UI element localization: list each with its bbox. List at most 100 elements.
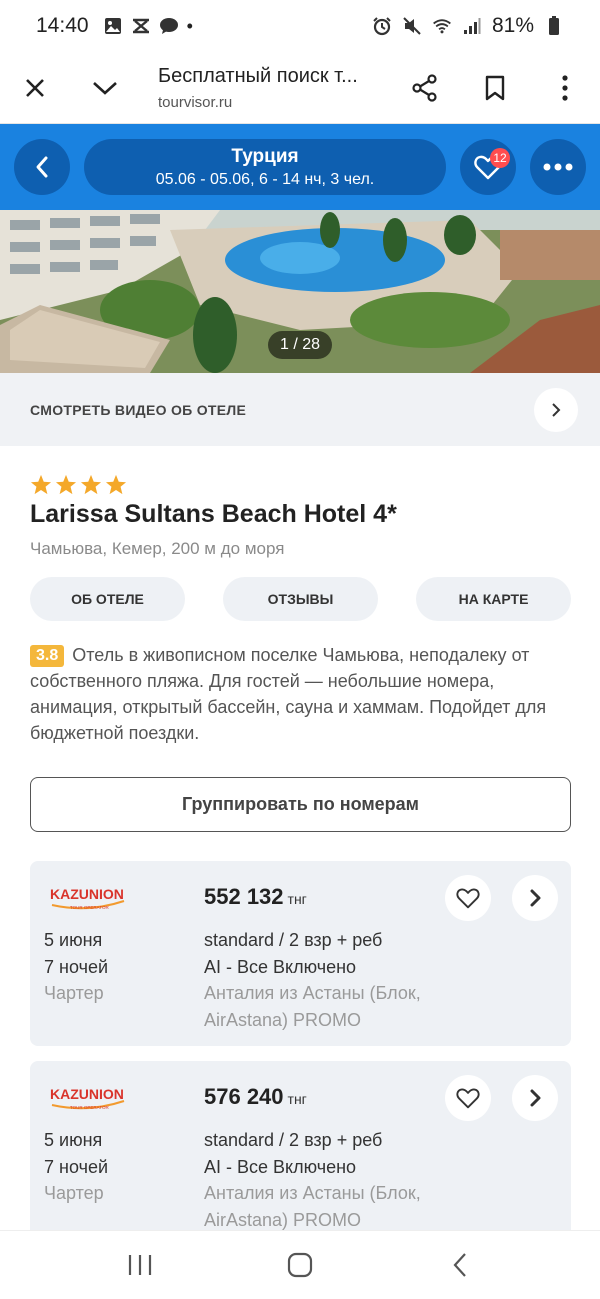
heart-icon xyxy=(456,888,480,909)
offer-details: standard / 2 взр + реб AI - Все Включено… xyxy=(204,1127,504,1233)
offer-nights: 7 ночей xyxy=(44,956,109,977)
bookmark-icon xyxy=(485,75,505,100)
back-button[interactable] xyxy=(14,139,70,195)
search-summary-button[interactable]: Турция 05.06 - 05.06, 6 - 14 нч, 3 чел. xyxy=(84,139,446,195)
signal-icon xyxy=(462,16,482,36)
more-button[interactable] xyxy=(530,139,586,195)
operator-subtitle: TOUR OPERATOR xyxy=(70,1105,110,1110)
home-button[interactable] xyxy=(270,1240,330,1290)
open-offer-button[interactable] xyxy=(512,1075,558,1121)
status-bar: 14:40 • 81% xyxy=(0,0,600,52)
hotel-stars xyxy=(30,474,127,495)
rating-badge: 3.8 xyxy=(30,645,65,667)
missed-call-icon xyxy=(131,16,151,36)
more-vertical-icon xyxy=(562,74,568,101)
offer-flight: Анталия из Астаны (Блок, AirAstana) PROM… xyxy=(204,983,421,1030)
offer-price: 576 240 тнг xyxy=(204,1084,307,1110)
offer-card[interactable]: KAZUNION TOUR OPERATOR 552 132 тнг 5 июня… xyxy=(30,861,571,1046)
recent-apps-button[interactable] xyxy=(110,1240,170,1290)
watch-video-arrow[interactable] xyxy=(534,387,578,432)
browser-menu-button[interactable] xyxy=(530,58,600,118)
offer-room: standard / 2 взр + реб xyxy=(204,1130,383,1150)
hotel-location: Чамьюва, Кемер, 200 м до моря xyxy=(30,539,285,558)
offer-dates: 5 июня 7 ночей Чартер xyxy=(44,927,108,1007)
system-back-button[interactable] xyxy=(430,1240,490,1290)
group-by-rooms-button[interactable]: Группировать по номерам xyxy=(30,777,571,832)
chevron-right-icon xyxy=(530,1089,541,1107)
price-currency: тнг xyxy=(287,1091,307,1107)
watch-video-row[interactable]: СМОТРЕТЬ ВИДЕО ОБ ОТЕЛЕ xyxy=(0,373,600,446)
offer-nights: 7 ночей xyxy=(44,1156,109,1177)
more-horizontal-icon xyxy=(543,163,573,171)
chevron-right-icon xyxy=(552,402,561,417)
hotel-name: Larissa Sultans Beach Hotel 4* xyxy=(30,500,397,528)
offer-flight-type: Чартер xyxy=(44,983,104,1003)
favorites-button[interactable]: 12 xyxy=(460,139,516,195)
price-value: 552 132 xyxy=(204,884,284,909)
image-icon xyxy=(103,16,123,36)
add-to-favorites-button[interactable] xyxy=(445,1075,491,1121)
heart-icon xyxy=(456,1088,480,1109)
share-icon xyxy=(412,73,437,102)
chevron-down-icon xyxy=(93,81,117,95)
operator-subtitle: TOUR OPERATOR xyxy=(70,905,110,910)
open-offer-button[interactable] xyxy=(512,875,558,921)
battery-icon xyxy=(544,16,564,36)
recent-apps-icon xyxy=(128,1255,152,1275)
system-navigation-bar xyxy=(0,1230,600,1299)
tab-about-hotel[interactable]: ОБ ОТЕЛЕ xyxy=(30,577,185,621)
offer-meal: AI - Все Включено xyxy=(204,956,357,977)
hotel-tabs: ОБ ОТЕЛЕ ОТЗЫВЫ НА КАРТЕ xyxy=(30,577,571,621)
operator-logo: KAZUNION TOUR OPERATOR xyxy=(48,1083,128,1111)
offer-room: standard / 2 взр + реб xyxy=(204,930,383,950)
favorites-count-badge: 12 xyxy=(490,148,510,168)
search-country: Турция xyxy=(231,145,299,167)
operator-name: KAZUNION xyxy=(50,1086,124,1102)
browser-url: tourvisor.ru xyxy=(158,93,233,111)
browser-page-title: Бесплатный поиск т... xyxy=(158,64,358,87)
back-icon xyxy=(453,1253,466,1277)
chevron-left-icon xyxy=(36,156,48,178)
wifi-icon xyxy=(432,16,452,36)
status-dot: • xyxy=(186,15,193,36)
offer-dates: 5 июня 7 ночей Чартер xyxy=(44,1127,108,1207)
page-title-area[interactable]: Бесплатный поиск т... tourvisor.ru xyxy=(140,65,390,111)
star-icon xyxy=(55,474,77,495)
star-icon xyxy=(105,474,127,495)
add-to-favorites-button[interactable] xyxy=(445,875,491,921)
operator-name: KAZUNION xyxy=(50,886,124,902)
tab-map[interactable]: НА КАРТЕ xyxy=(416,577,571,621)
browser-toolbar: Бесплатный поиск т... tourvisor.ru xyxy=(0,52,600,124)
collapse-button[interactable] xyxy=(70,58,140,118)
app-header: Турция 05.06 - 05.06, 6 - 14 нч, 3 чел. … xyxy=(0,124,600,210)
battery-percent: 81% xyxy=(491,14,534,37)
offer-price: 552 132 тнг xyxy=(204,884,307,910)
hotel-description-block: 3.8 Отель в живописном поселке Чамьюва, н… xyxy=(30,642,560,746)
home-icon xyxy=(287,1252,313,1278)
close-tab-button[interactable] xyxy=(0,58,70,118)
chat-icon xyxy=(159,16,179,36)
close-icon xyxy=(26,78,44,97)
bookmark-button[interactable] xyxy=(460,58,530,118)
offer-flight: Анталия из Астаны (Блок, AirAstana) PROM… xyxy=(204,1183,421,1230)
star-icon xyxy=(80,474,102,495)
search-details: 05.06 - 05.06, 6 - 14 нч, 3 чел. xyxy=(155,170,375,188)
mute-icon xyxy=(402,16,422,36)
offer-card[interactable]: KAZUNION TOUR OPERATOR 576 240 тнг 5 июня… xyxy=(30,1061,571,1246)
watch-video-label: СМОТРЕТЬ ВИДЕО ОБ ОТЕЛЕ xyxy=(30,401,247,418)
offer-date: 5 июня xyxy=(44,930,103,950)
offer-meal: AI - Все Включено xyxy=(204,1156,357,1177)
star-icon xyxy=(30,474,52,495)
offer-flight-type: Чартер xyxy=(44,1183,104,1203)
price-value: 576 240 xyxy=(204,1084,284,1109)
share-button[interactable] xyxy=(390,58,460,118)
alarm-icon xyxy=(372,16,392,36)
photo-counter: 1 / 28 xyxy=(268,331,332,359)
offer-details: standard / 2 взр + реб AI - Все Включено… xyxy=(204,927,504,1033)
chevron-right-icon xyxy=(530,889,541,907)
tab-reviews[interactable]: ОТЗЫВЫ xyxy=(223,577,378,621)
price-currency: тнг xyxy=(287,891,307,907)
offer-date: 5 июня xyxy=(44,1130,103,1150)
hotel-description: Отель в живописном поселке Чамьюва, непо… xyxy=(30,645,547,743)
status-time: 14:40 xyxy=(36,14,89,37)
